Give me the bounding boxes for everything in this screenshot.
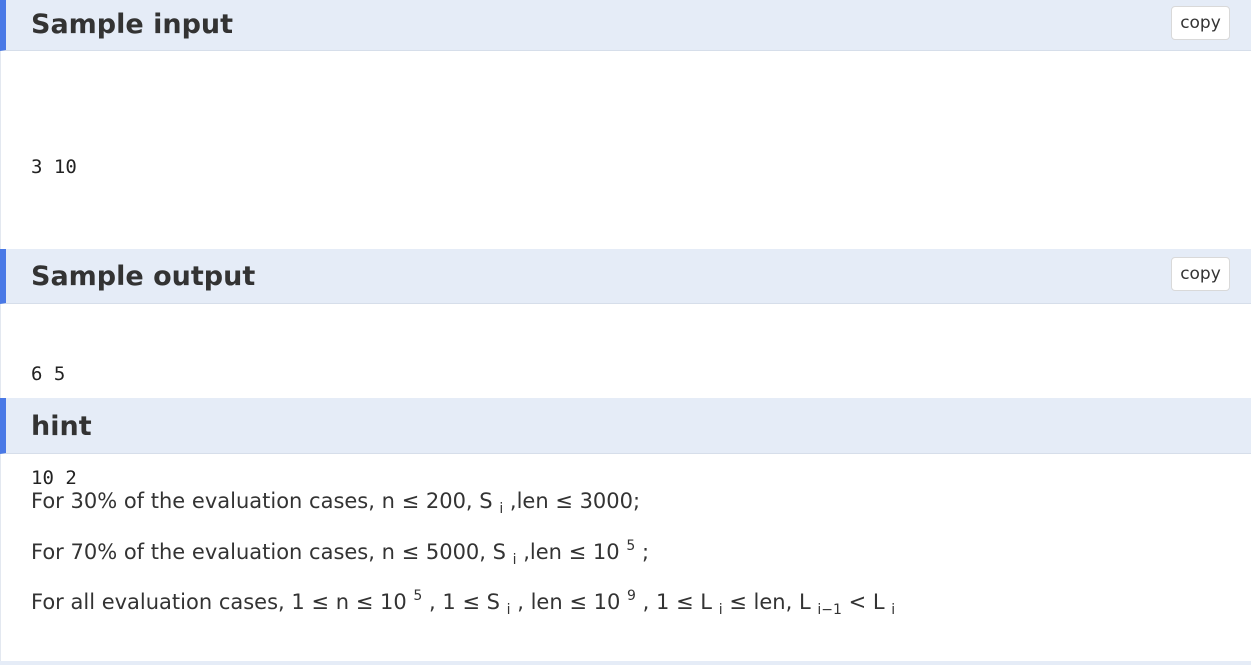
hint-line-1: For 30% of the evaluation cases, n ≤ 200… [31, 489, 641, 517]
divider [0, 304, 1, 398]
code-line: 3 10 [31, 156, 77, 178]
hint-line-2: For 70% of the evaluation cases, n ≤ 500… [31, 538, 650, 568]
divider [0, 51, 1, 249]
sample-output-header: Sample output copy [0, 249, 1251, 304]
next-section-edge [0, 661, 1251, 665]
sample-output-title: Sample output [31, 261, 256, 292]
sample-input-header: Sample input copy [0, 0, 1251, 51]
hint-title: hint [31, 411, 92, 442]
hint-line-3: For all evaluation cases, 1 ≤ n ≤ 10 5 ,… [31, 588, 896, 618]
divider [0, 454, 1, 661]
copy-input-button[interactable]: copy [1171, 6, 1230, 40]
sample-input-title: Sample input [31, 9, 234, 40]
copy-output-button[interactable]: copy [1171, 257, 1230, 291]
hint-header: hint [0, 398, 1251, 454]
